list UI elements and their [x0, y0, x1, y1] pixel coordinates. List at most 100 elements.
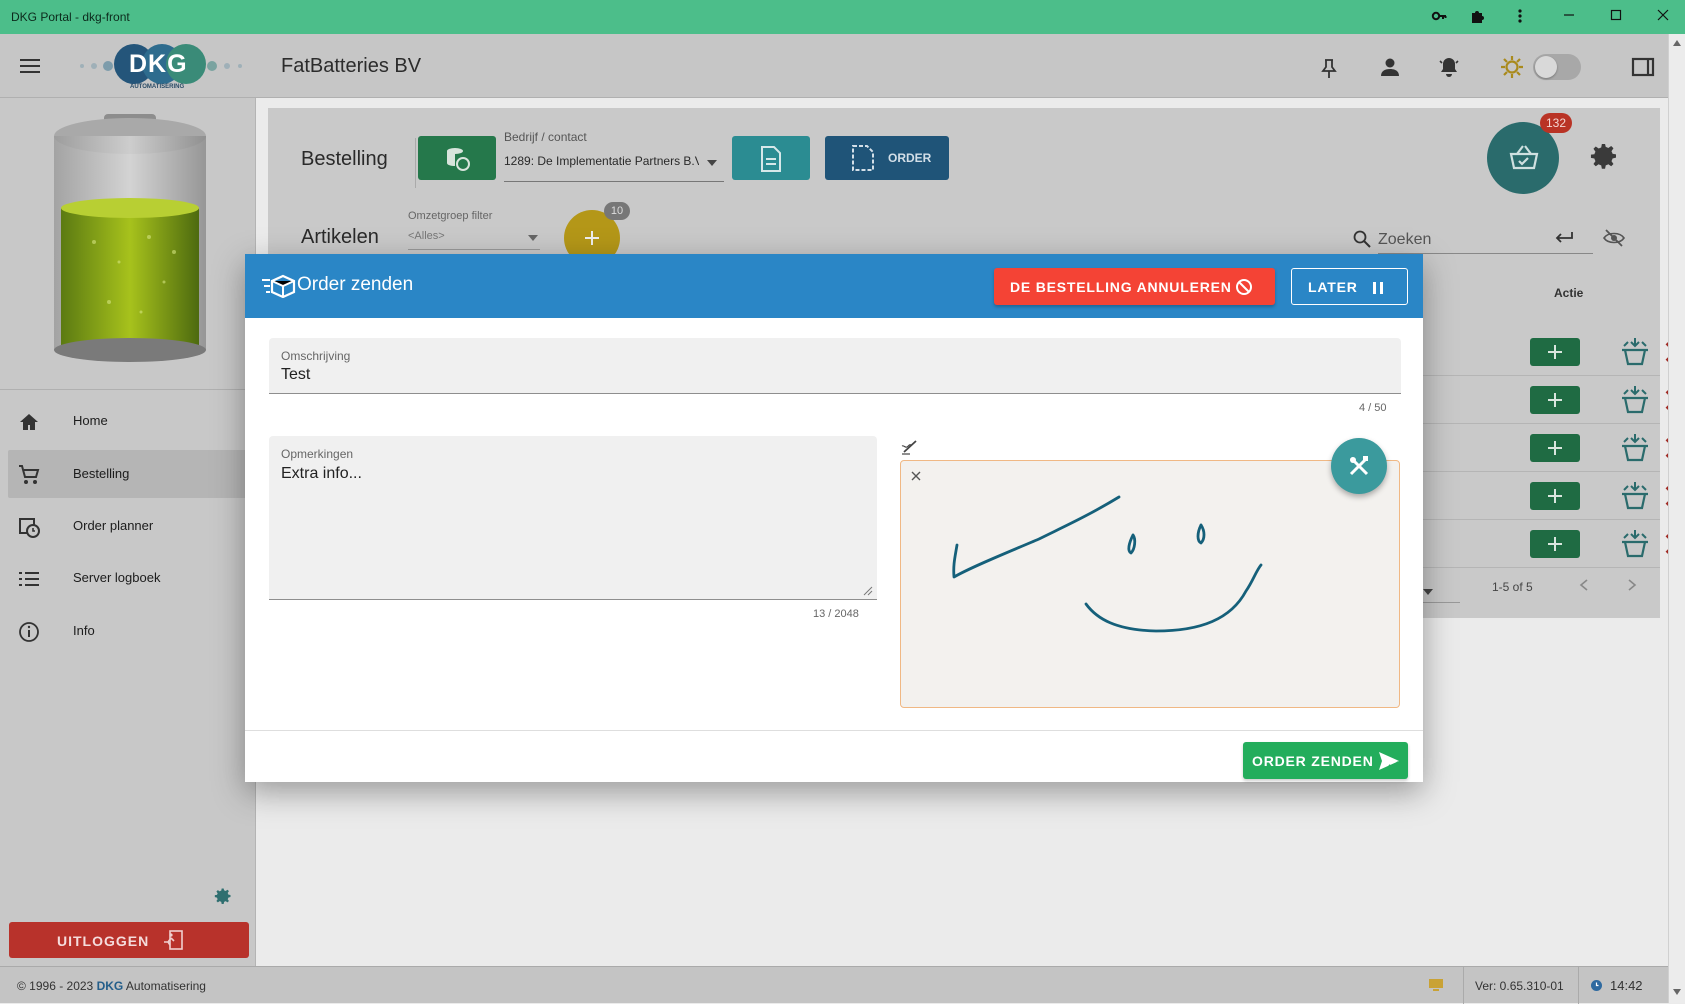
logo-text: DKG — [129, 50, 188, 78]
sidebar-item-order-planner[interactable]: Order planner — [8, 502, 248, 550]
omzetgroep-label: Omzetgroep filter — [408, 210, 493, 222]
omschrijving-label: Omschrijving — [281, 349, 351, 363]
maximize-icon[interactable] — [1607, 8, 1625, 26]
list-icon — [18, 568, 40, 590]
dkg-logo[interactable]: DKG AUTOMATISERING — [74, 40, 249, 92]
company-name: FatBatteries BV — [281, 55, 422, 77]
sidebar-item-label: Server logboek — [73, 570, 161, 585]
block-icon — [1236, 279, 1252, 295]
omschrijving-value: Test — [281, 366, 311, 383]
basket-download-icon[interactable] — [1620, 480, 1650, 512]
database-refresh-icon — [447, 148, 470, 171]
add-row-button[interactable] — [1530, 434, 1580, 462]
artikelen-title: Artikelen — [301, 226, 379, 248]
search-icon — [1353, 230, 1371, 248]
logo-subtext: AUTOMATISERING — [130, 84, 185, 90]
signature-pad[interactable] — [900, 460, 1400, 708]
info-icon — [18, 621, 40, 643]
rows-per-page-chevron-icon[interactable] — [1423, 582, 1433, 595]
add-row-button[interactable] — [1530, 338, 1580, 366]
pin-icon[interactable] — [1319, 57, 1339, 79]
signature-drawing — [952, 495, 1263, 633]
add-count-badge: 10 — [604, 202, 630, 220]
add-row-button[interactable] — [1530, 482, 1580, 510]
sidebar-item-label: Info — [73, 623, 95, 638]
cancel-order-button[interactable]: DE BESTELLING ANNULEREN — [994, 268, 1275, 305]
pagination-text: 1-5 of 5 — [1492, 580, 1533, 594]
more-vert-icon[interactable] — [1511, 8, 1529, 26]
order-button-label: ORDER — [888, 151, 932, 165]
app-header: DKG AUTOMATISERING — [0, 34, 1668, 98]
send-order-button[interactable]: ORDER ZENDEN — [1243, 742, 1408, 779]
dialog-divider — [245, 730, 1423, 731]
footer: © 1996 - 2023 DKG Automatisering Ver: 0.… — [0, 966, 1668, 1004]
close-window-icon[interactable] — [1654, 8, 1672, 26]
enter-icon[interactable] — [1554, 230, 1574, 246]
omzetgroep-select[interactable]: <Alles> — [408, 226, 540, 250]
extensions-icon[interactable] — [1468, 8, 1486, 26]
sidebar-item-label: Home — [73, 413, 108, 428]
theme-toggle[interactable] — [1533, 54, 1581, 80]
window-title: DKG Portal - dkg-front — [11, 10, 130, 24]
moon-icon[interactable] — [1590, 56, 1604, 78]
later-button[interactable]: LATER — [1291, 268, 1408, 305]
refresh-database-button[interactable] — [418, 136, 496, 180]
key-icon[interactable] — [1430, 8, 1448, 26]
contact-value: 1289: De Implementatie Partners B.V — [504, 154, 699, 168]
minimize-icon[interactable] — [1560, 8, 1578, 26]
sidebar-item-bestelling[interactable]: Bestelling — [8, 450, 248, 498]
basket-download-icon[interactable] — [1620, 528, 1650, 560]
tools-icon — [1349, 456, 1369, 476]
signature-tools-fab[interactable] — [1331, 438, 1387, 494]
notification-bell-icon[interactable] — [1437, 55, 1461, 79]
dialog-title: Order zenden — [297, 274, 414, 295]
clock-time: 14:42 — [1610, 978, 1643, 993]
scroll-up-icon[interactable] — [1673, 40, 1681, 46]
sidebar-item-server-logboek[interactable]: Server logboek — [8, 554, 248, 602]
menu-icon[interactable] — [19, 57, 41, 75]
omschrijving-counter: 4 / 50 — [1359, 402, 1387, 414]
monitor-icon — [1428, 978, 1444, 992]
basket-download-icon[interactable] — [1620, 432, 1650, 464]
chevron-left-icon[interactable] — [1578, 578, 1590, 592]
sidebar-item-label: Order planner — [73, 518, 154, 533]
basket-download-icon[interactable] — [1620, 336, 1650, 368]
logout-button[interactable]: UITLOGGEN — [9, 922, 249, 958]
actie-header: Actie — [1554, 286, 1584, 300]
home-icon — [18, 411, 40, 433]
basket-download-icon[interactable] — [1620, 384, 1650, 416]
sun-icon[interactable] — [1500, 55, 1524, 79]
toggle-knob — [1535, 56, 1557, 78]
add-row-button[interactable] — [1530, 530, 1580, 558]
order-button[interactable]: ORDER — [825, 136, 949, 180]
exit-door-icon — [163, 930, 183, 950]
document-button[interactable] — [732, 136, 810, 180]
settings-gear-icon[interactable] — [1588, 140, 1620, 172]
opmerkingen-value: Extra info... — [281, 465, 362, 482]
signature-pen-icon[interactable] — [901, 438, 921, 456]
person-icon[interactable] — [1379, 56, 1401, 78]
scroll-down-icon[interactable] — [1673, 989, 1681, 995]
page-scrollbar[interactable] — [1668, 34, 1685, 1003]
document-dashed-icon — [852, 145, 874, 171]
copyright: © 1996 - 2023 DKG Automatisering — [17, 979, 206, 993]
resize-handle-icon[interactable] — [863, 586, 873, 596]
window-toggle-icon[interactable] — [1631, 57, 1655, 77]
plus-icon — [1548, 393, 1562, 407]
chevron-right-icon[interactable] — [1626, 578, 1638, 592]
chevron-down-icon — [528, 235, 538, 241]
sidebar-settings-icon[interactable] — [213, 886, 233, 906]
plus-icon — [1548, 537, 1562, 551]
opmerkingen-field[interactable]: Opmerkingen Extra info... — [269, 436, 877, 600]
search-placeholder: Zoeken — [1378, 231, 1432, 248]
omschrijving-field[interactable]: Omschrijving Test — [269, 338, 1401, 394]
add-row-button[interactable] — [1530, 386, 1580, 414]
visibility-off-icon[interactable] — [1602, 228, 1626, 248]
contact-select[interactable]: 1289: De Implementatie Partners B.V — [504, 148, 724, 182]
sidebar-item-info[interactable]: Info — [8, 607, 248, 655]
sidebar-item-home[interactable]: Home — [8, 397, 248, 445]
send-check-icon — [1379, 752, 1399, 770]
version: Ver: 0.65.310-01 — [1475, 979, 1564, 993]
logout-label: UITLOGGEN — [57, 933, 150, 949]
dialog-header: Order zenden DE BESTELLING ANNULEREN LAT… — [245, 254, 1423, 318]
